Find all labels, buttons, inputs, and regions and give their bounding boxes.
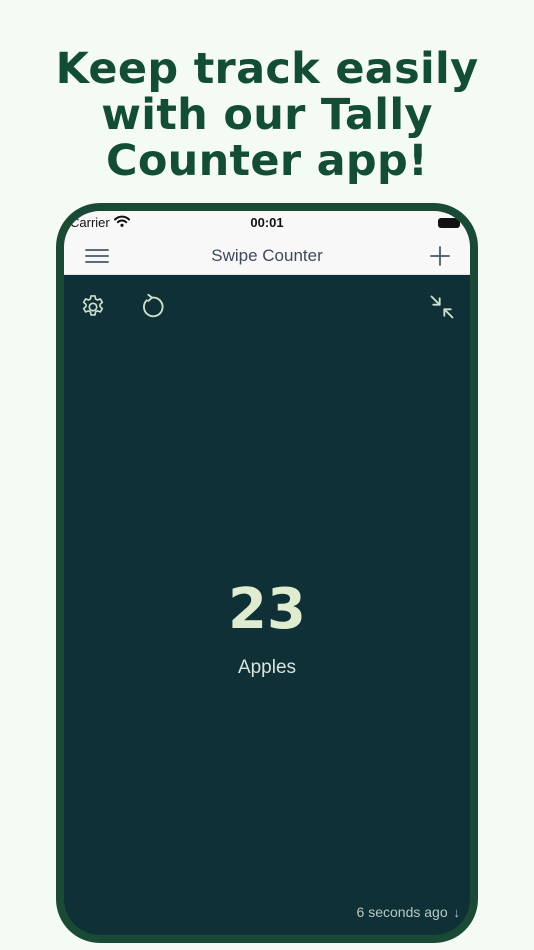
arrow-down-icon: ↓ bbox=[453, 905, 461, 920]
app-screen[interactable]: Carrier 00:01 Swipe Counter 23 Apples 6 … bbox=[64, 211, 470, 935]
last-update-label[interactable]: 6 seconds ago ↓ bbox=[357, 904, 460, 920]
battery-icon bbox=[438, 218, 460, 228]
reset-icon[interactable] bbox=[138, 293, 166, 321]
promo-headline: Keep track easily with our Tally Counter… bbox=[0, 46, 534, 184]
headline-line-3: Counter app! bbox=[105, 136, 428, 186]
counter-label: Apples bbox=[237, 657, 297, 678]
headline-line-2: with our Tally bbox=[101, 90, 433, 140]
headline-line-1: Keep track easily bbox=[55, 44, 479, 94]
status-time: 00:01 bbox=[250, 215, 284, 230]
nav-bar: Swipe Counter bbox=[64, 237, 470, 275]
promo-page: Keep track easily with our Tally Counter… bbox=[0, 0, 534, 950]
status-bar: Carrier 00:01 bbox=[64, 211, 470, 237]
counter-value: 23 bbox=[228, 577, 306, 642]
last-update-text: 6 seconds ago bbox=[356, 904, 448, 920]
gear-icon[interactable] bbox=[79, 293, 107, 321]
collapse-icon[interactable] bbox=[428, 293, 456, 321]
nav-title: Swipe Counter bbox=[211, 246, 323, 265]
plus-icon[interactable] bbox=[428, 244, 452, 268]
phone-frame: Carrier 00:01 Swipe Counter 23 Apples 6 … bbox=[56, 203, 478, 943]
